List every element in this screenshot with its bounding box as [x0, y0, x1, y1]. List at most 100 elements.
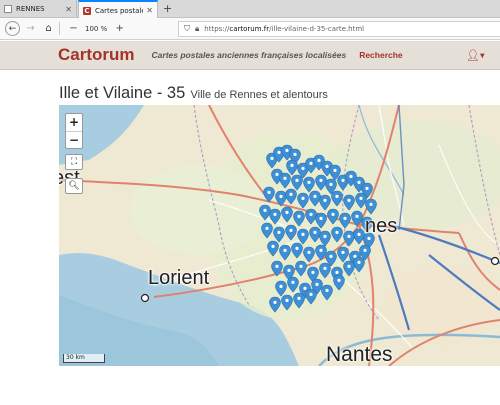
url-host: cartorum.fr — [229, 25, 270, 33]
fullscreen-icon: ⛶ — [70, 157, 78, 167]
map-pin-dot — [309, 292, 313, 296]
site-logo[interactable]: Cartorum — [58, 45, 135, 65]
map-pin-dot — [323, 234, 327, 238]
zoom-in-button[interactable]: + — [66, 114, 82, 131]
map-pin-dot — [293, 152, 297, 156]
map-pin-dot — [317, 158, 321, 162]
map-pin-dot — [313, 230, 317, 234]
map-pin-dot — [285, 210, 289, 214]
map-pin-dot — [285, 298, 289, 302]
map-pin-dot — [357, 260, 361, 264]
browser-tab-strip: RENNES ✕ C Cartes postales ✕ + — [0, 0, 500, 19]
map-pin-dot — [333, 168, 337, 172]
map-pin-dot — [307, 250, 311, 254]
map-pin-dot — [290, 163, 294, 167]
map-pin-dot — [273, 300, 277, 304]
map-pin-dot — [369, 202, 373, 206]
map-pin-dot — [307, 180, 311, 184]
url-path: /ille-vilaine-d-35-carte.html — [269, 25, 365, 33]
map-pin-dot — [331, 212, 335, 216]
map-pin-dot — [301, 232, 305, 236]
divider — [59, 22, 60, 35]
url-prefix: https:// — [204, 25, 230, 33]
map-pin-dot — [357, 232, 361, 236]
map-pin-dot — [277, 230, 281, 234]
back-arrow-icon[interactable]: ← — [5, 21, 20, 36]
browser-nav-bar: ← → ⌂ − 100 % + ⛉ 🔒︎ https://cartorum.fr… — [0, 18, 500, 40]
map-pin-dot — [323, 266, 327, 270]
map-pin-dot — [363, 248, 367, 252]
close-tab-icon[interactable]: ✕ — [65, 5, 72, 14]
zoom-out-icon[interactable]: − — [66, 21, 81, 36]
close-tab-icon[interactable]: ✕ — [146, 6, 153, 15]
map-pin-dot — [271, 244, 275, 248]
zoom-out-button[interactable]: − — [66, 131, 82, 148]
tab-rennes[interactable]: RENNES ✕ — [0, 0, 77, 18]
map-pin-dot — [311, 270, 315, 274]
search-icon: 🔍︎ — [68, 181, 80, 191]
map-pin-dot — [279, 284, 283, 288]
map-pin-dot — [287, 268, 291, 272]
map-pin-dot — [323, 198, 327, 202]
map-pin-dot — [335, 230, 339, 234]
map-pin-dot — [267, 190, 271, 194]
map-pin-dot — [347, 264, 351, 268]
map-pin-dot — [301, 166, 305, 170]
address-bar[interactable]: ⛉ 🔒︎ https://cartorum.fr/ille-vilaine-d-… — [178, 21, 500, 37]
home-icon[interactable]: ⌂ — [41, 21, 56, 36]
fullscreen-button[interactable]: ⛶ — [65, 154, 83, 170]
map-pin-dot — [329, 182, 333, 186]
map-pin-dot — [325, 164, 329, 168]
map-pin-dot — [335, 270, 339, 274]
map-pin-dot — [263, 208, 267, 212]
map-pin-dot — [309, 161, 313, 165]
map-pin-dot — [347, 198, 351, 202]
new-tab-icon[interactable]: + — [163, 2, 172, 15]
map-pin-dot — [319, 216, 323, 220]
city-marker — [490, 256, 500, 266]
map-pin-dot — [273, 212, 277, 216]
shield-icon[interactable]: ⛉ — [184, 24, 190, 34]
cartorum-favicon-icon: C — [83, 6, 91, 15]
map-label-rennes: nes — [365, 215, 398, 237]
page-title-main: Ille et Vilaine - 35 — [59, 84, 186, 102]
tab-cartes-postales[interactable]: C Cartes postales ✕ — [78, 0, 158, 19]
map-pin-dot — [285, 148, 289, 152]
map-pin-dot — [359, 196, 363, 200]
map-pin-dot — [341, 250, 345, 254]
page-title: Ille et Vilaine - 35 Ville de Rennes et … — [59, 84, 328, 103]
zoom-in-icon[interactable]: + — [112, 21, 127, 36]
map-pin-dot — [291, 280, 295, 284]
zoom-level[interactable]: 100 % — [85, 25, 107, 33]
map-pin-dot — [343, 216, 347, 220]
page-icon — [4, 5, 12, 13]
map-pin-dot — [309, 212, 313, 216]
map-pin-dot — [279, 194, 283, 198]
map-pin-dot — [315, 282, 319, 286]
site-tagline[interactable]: Cartes postales anciennes françaises loc… — [152, 50, 347, 60]
map-pin-dot — [275, 172, 279, 176]
site-header: Cartorum Cartes postales anciennes franç… — [0, 41, 500, 70]
lorient-marker — [140, 293, 150, 303]
forward-arrow-icon[interactable]: → — [23, 21, 38, 36]
map-pin-dot — [319, 248, 323, 252]
map-search-button[interactable]: 🔍︎ — [65, 178, 83, 194]
lock-icon[interactable]: 🔒︎ — [195, 24, 199, 34]
map-pin-dot — [265, 226, 269, 230]
map-pin-dot — [297, 214, 301, 218]
map-pin-dot — [303, 286, 307, 290]
map-view[interactable]: est Lorient nes Nantes + − ⛶ 🔍︎ 30 km — [59, 105, 500, 366]
user-menu-icon[interactable]: 👤︎▼ — [466, 49, 485, 62]
map-pin-dot — [270, 156, 274, 160]
map-pin-dot — [341, 178, 345, 182]
search-link[interactable]: Recherche — [359, 50, 402, 60]
map-pin-dot — [289, 192, 293, 196]
map-pin-dot — [289, 228, 293, 232]
map-pin-dot — [347, 234, 351, 238]
map-pin-dot — [277, 150, 281, 154]
map-pin-dot — [299, 264, 303, 268]
map-pin-dot — [283, 176, 287, 180]
map-pin-dot — [295, 178, 299, 182]
map-pin-dot — [329, 254, 333, 258]
map-pin-dot — [365, 186, 369, 190]
